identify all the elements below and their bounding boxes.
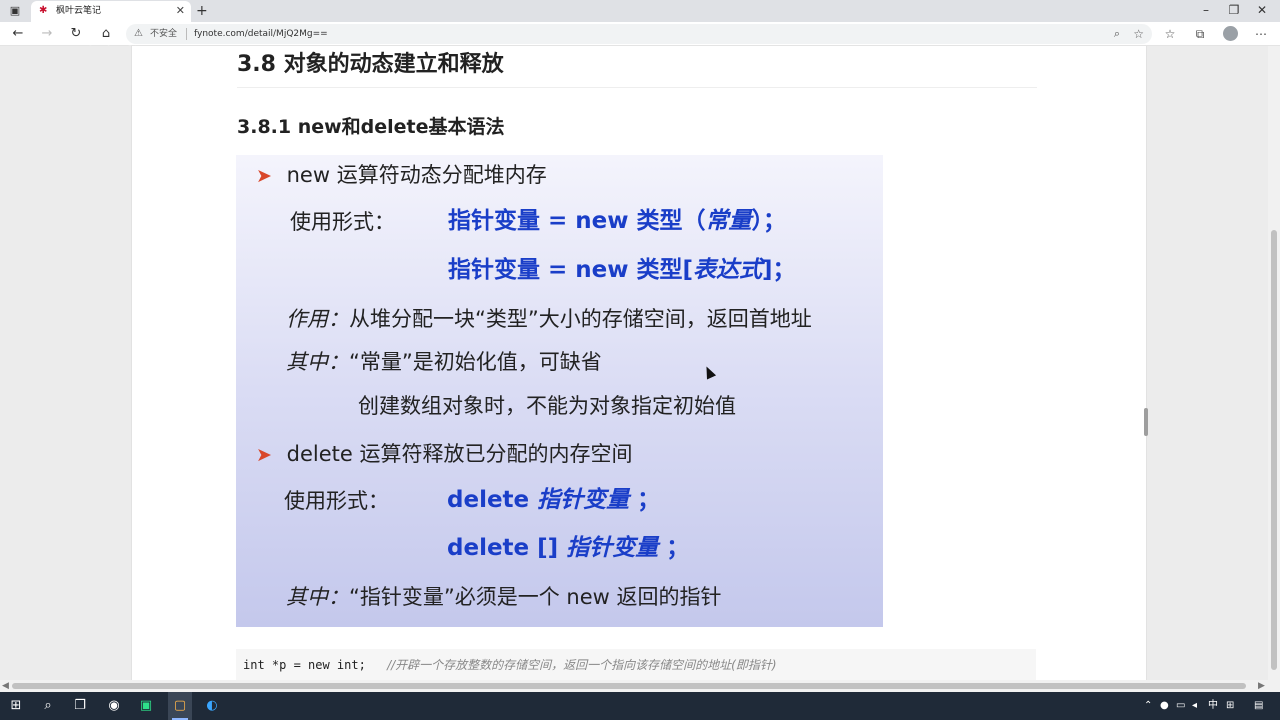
video-app-icon[interactable]: ▢ [170, 696, 190, 716]
close-tab-icon[interactable]: ✕ [176, 4, 185, 18]
maple-leaf-icon: ✱ [39, 5, 48, 16]
more-icon[interactable]: ⋯ [1252, 25, 1270, 43]
syntax-delete-array: delete [] 指针变量 ； [447, 534, 689, 562]
profile-avatar[interactable] [1223, 26, 1238, 41]
note-line-2: 创建数组对象时，不能为对象指定初始值 [358, 394, 736, 418]
syntax-param: 表达式 [693, 257, 763, 283]
browser-tab[interactable]: ✱ 枫叶云笔记 ✕ [31, 1, 191, 22]
note-line-3: 其中：“指针变量”必须是一个 new 返回的指针 [286, 583, 722, 611]
vertical-scrollbar[interactable] [1268, 46, 1280, 680]
syntax-prefix: delete [] [447, 535, 567, 561]
horizontal-scroll-thumb[interactable] [12, 683, 1246, 689]
code-comment: //开辟一个存放整数的存储空间，返回一个指向该存储空间的地址(即指针) [387, 658, 777, 672]
task-view-icon[interactable]: ❐ [70, 696, 90, 716]
code-block: int *p = new int; //开辟一个存放整数的存储空间，返回一个指向… [236, 649, 1036, 680]
close-window-icon[interactable]: ✕ [1252, 2, 1272, 18]
page-viewport: 3.8 对象的动态建立和释放 3.8.1 new和delete基本语法 ➤ ne… [0, 46, 1268, 680]
syntax-param: 常量 [705, 208, 752, 234]
notification-icon[interactable]: ▤ [1254, 698, 1263, 714]
note-label: 其中： [286, 585, 349, 609]
note-text: “指针变量”必须是一个 new 返回的指针 [349, 585, 722, 609]
address-divider [186, 28, 187, 40]
volume-icon[interactable]: ◂ [1192, 698, 1197, 714]
ime-mode-icon[interactable]: ⊞ [1226, 698, 1234, 714]
syntax-delete: delete 指针变量 ； [447, 486, 660, 514]
effect-label: 作用： [286, 307, 349, 331]
scroll-right-icon[interactable]: ▶ [1258, 680, 1265, 692]
favorites-icon[interactable]: ☆ [1161, 25, 1179, 43]
bullet-new-text: new 运算符动态分配堆内存 [286, 163, 547, 187]
restore-icon[interactable]: ❐ [1224, 2, 1244, 18]
usage-label-delete: 使用形式： [284, 489, 389, 513]
vertical-scroll-thumb[interactable] [1271, 230, 1277, 670]
app-icon[interactable]: ◉ [104, 696, 124, 716]
arrow-bullet-icon: ➤ [256, 165, 272, 187]
new-tab-icon[interactable]: + [196, 2, 208, 20]
taskbar: ⊞ ⌕ ❐ ◉ ▣ ▢ ◐ ⌃ ● ▭ ◂ 中 ⊞ ▤ [0, 692, 1280, 720]
tray-overflow-icon[interactable]: ⌃ [1144, 698, 1152, 714]
syntax-suffix: ； [629, 487, 661, 513]
code-line: int *p = new int; //开辟一个存放整数的存储空间，返回一个指向… [243, 657, 777, 673]
effect-line: 作用：从堆分配一块“类型”大小的存储空间，返回首地址 [286, 305, 812, 333]
bullet-new: ➤ new 运算符动态分配堆内存 [256, 161, 547, 190]
ime-indicator[interactable]: 中 [1208, 698, 1218, 714]
usage-label-new: 使用形式： [290, 210, 395, 234]
article: 3.8 对象的动态建立和释放 3.8.1 new和delete基本语法 ➤ ne… [131, 46, 1147, 680]
heading-divider [237, 87, 1037, 88]
minimize-icon[interactable]: – [1196, 2, 1216, 18]
note-text: “常量”是初始化值，可缺省 [349, 350, 602, 374]
bullet-delete: ➤ delete 运算符释放已分配的内存空间 [256, 440, 632, 469]
section-heading: 3.8 对象的动态建立和释放 [237, 52, 504, 77]
note-line-1: 其中：“常量”是初始化值，可缺省 [286, 348, 602, 376]
zoom-icon[interactable]: ⌕ [1114, 26, 1120, 42]
bullet-delete-text: delete 运算符释放已分配的内存空间 [286, 442, 633, 466]
scroll-left-icon[interactable]: ◀ [2, 680, 9, 692]
tab-title: 枫叶云笔记 [56, 6, 102, 16]
syntax-param: 指针变量 [566, 535, 659, 561]
start-icon[interactable]: ⊞ [6, 696, 26, 716]
add-favorite-icon[interactable]: ☆ [1133, 26, 1144, 42]
note-label: 其中： [286, 350, 349, 374]
address-bar[interactable]: ⚠ 不安全 fynote.com/detail/MjQ2Mg== ⌕ ☆ [126, 24, 1152, 44]
microphone-icon[interactable]: ● [1160, 698, 1169, 714]
syntax-suffix: ； [658, 535, 690, 561]
effect-text: 从堆分配一块“类型”大小的存储空间，返回首地址 [349, 307, 812, 331]
syntax-prefix: 指针变量 = new 类型[ [448, 257, 694, 283]
syntax-new-array: 指针变量 = new 类型[表达式]； [448, 256, 796, 284]
insecure-label[interactable]: 不安全 [150, 28, 177, 40]
url-text[interactable]: fynote.com/detail/MjQ2Mg== [194, 28, 328, 40]
editor-icon[interactable]: ▣ [136, 696, 156, 716]
horizontal-scrollbar[interactable]: ◀ ▶ [0, 680, 1280, 692]
syntax-new-scalar: 指针变量 = new 类型（常量）； [448, 207, 786, 235]
scroll-position-marker [1144, 408, 1148, 436]
network-icon[interactable]: ▭ [1176, 698, 1185, 714]
syntax-suffix: ）； [751, 208, 787, 234]
code-text: int *p = new int; [243, 658, 366, 672]
tab-strip: ▣ ✱ 枫叶云笔记 ✕ + – ❐ ✕ [0, 0, 1280, 22]
syntax-suffix: ]； [762, 257, 796, 283]
slide-image: ➤ new 运算符动态分配堆内存 使用形式： 指针变量 = new 类型（常量）… [236, 155, 883, 627]
collections-icon[interactable]: ⧉ [1191, 25, 1209, 43]
syntax-param: 指针变量 [537, 487, 630, 513]
syntax-prefix: 指针变量 = new 类型（ [448, 208, 706, 234]
subsection-heading: 3.8.1 new和delete基本语法 [237, 116, 505, 138]
arrow-bullet-icon: ➤ [256, 444, 272, 466]
warning-icon[interactable]: ⚠ [134, 27, 143, 41]
syntax-prefix: delete [447, 487, 538, 513]
search-icon[interactable]: ⌕ [38, 696, 58, 716]
tab-actions-icon[interactable]: ▣ [6, 3, 24, 19]
edge-browser-icon[interactable]: ◐ [202, 696, 222, 716]
